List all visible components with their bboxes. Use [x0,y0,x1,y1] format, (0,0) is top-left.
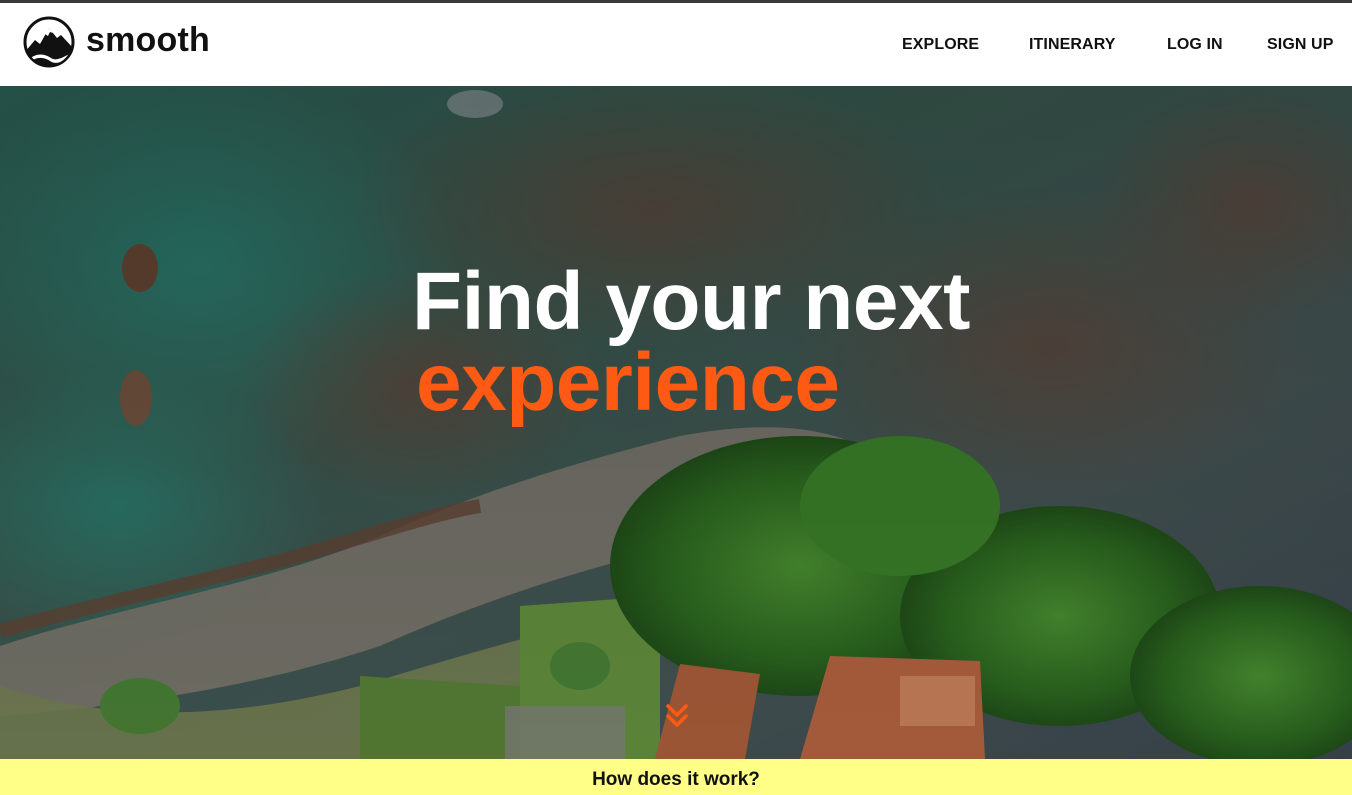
hero-section: Find your next experience [0,86,1352,759]
nav-link-explore[interactable]: EXPLORE [902,36,979,54]
double-chevron-down-icon[interactable] [665,702,689,730]
nav-link-itinerary[interactable]: ITINERARY [1029,36,1116,54]
site-header: smooth EXPLORE ITINERARY LOG IN SIGN UP [0,3,1352,86]
headline-line-1: Find your next [412,256,970,347]
headline-accent-word: experience [416,337,840,428]
how-it-works-bar[interactable]: How does it work? [0,759,1352,795]
nav-link-login[interactable]: LOG IN [1167,36,1223,54]
nav-link-signup[interactable]: SIGN UP [1267,36,1334,54]
how-it-works-label: How does it work? [592,769,760,790]
main-nav: EXPLORE ITINERARY LOG IN SIGN UP [0,3,1352,86]
hero-headline: Find your next experience [412,256,970,428]
